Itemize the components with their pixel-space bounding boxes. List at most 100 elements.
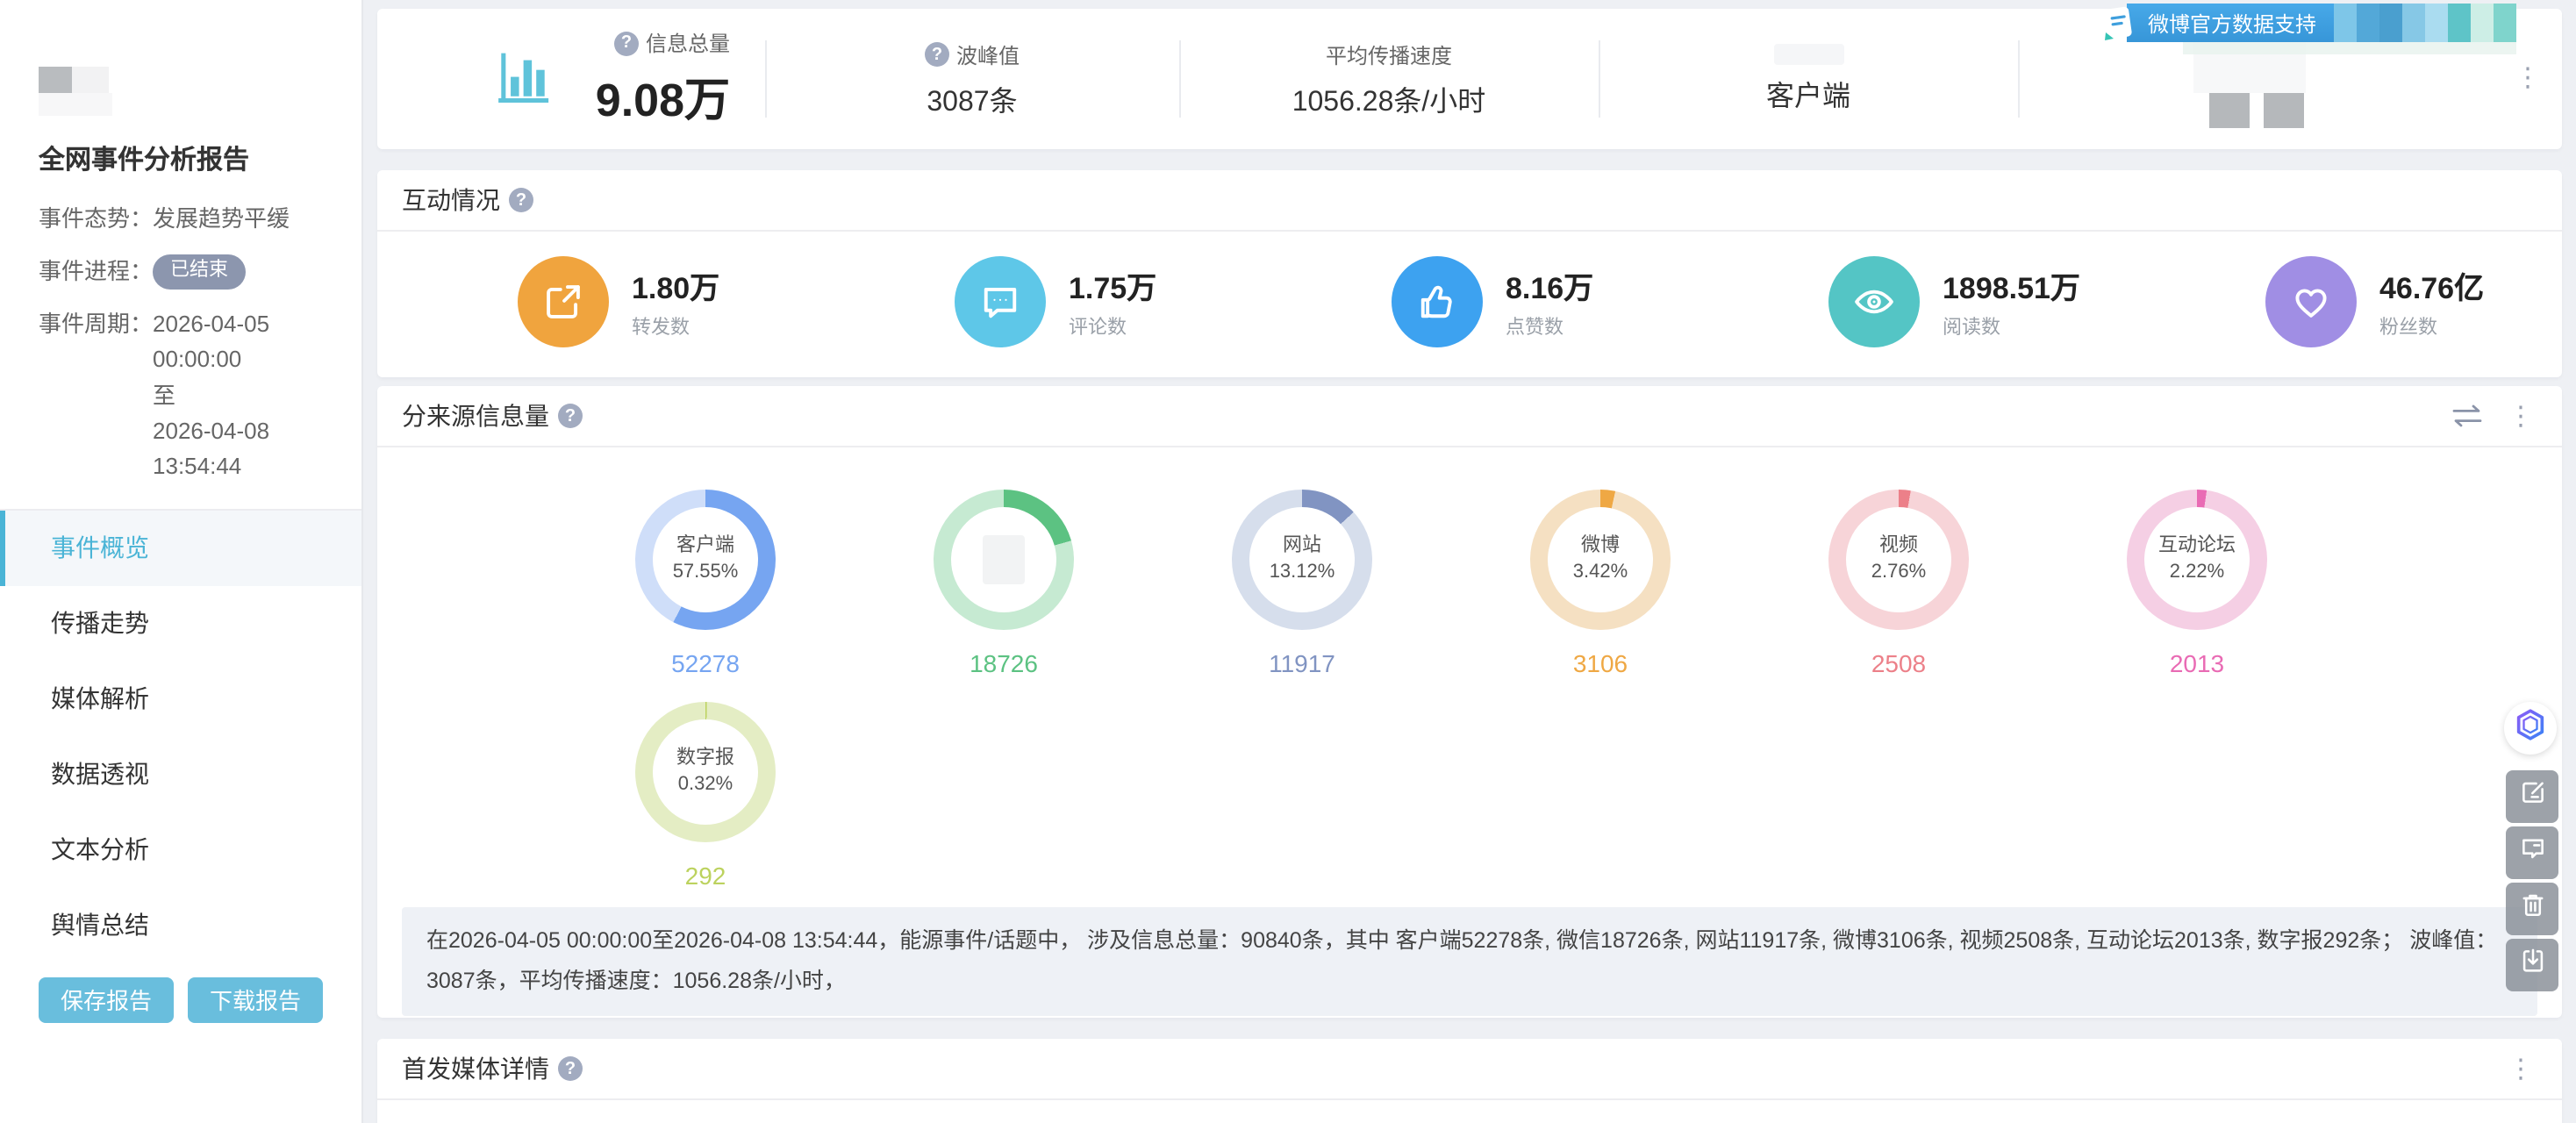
interaction-item-2: 1.75万 评论数	[814, 256, 1251, 347]
sources-more-menu-icon[interactable]: ⋮	[2508, 403, 2534, 429]
source-donut-客户端: 客户端57.55% 52278	[635, 490, 776, 677]
stat-label: 平均传播速度	[1326, 39, 1452, 69]
sidebar-item-4[interactable]: 数据透视	[0, 737, 361, 812]
sidebar: 全网事件分析报告 事件态势： 发展趋势平缓 事件进程： 已结束 事件周期： 20…	[0, 0, 363, 1123]
interaction-value: 46.76亿	[2379, 263, 2484, 307]
ribbon-underlay	[2183, 42, 2516, 54]
save-report-button[interactable]: 保存报告	[39, 977, 174, 1023]
donut-center-name: 互动论坛	[2158, 533, 2236, 560]
first-media-help-icon[interactable]: ?	[558, 1056, 583, 1081]
weibo-data-ribbon: 微博官方数据支持	[2099, 4, 2516, 42]
sources-card: 分来源信息量 ? ⋮ 客户端57.55% 52278 18726 网站13.12…	[377, 386, 2562, 1018]
comment-bubble-icon	[2517, 833, 2547, 872]
donut-value: 18726	[934, 649, 1074, 677]
donut-center-pct: 57.55%	[673, 560, 739, 586]
source-donut-网站: 网站13.12% 11917	[1232, 490, 1372, 677]
donut-value: 11917	[1232, 649, 1372, 677]
comment-bubble-tool-button[interactable]	[2506, 826, 2558, 879]
source-donut-视频: 视频2.76% 2508	[1828, 490, 1969, 677]
download-tool-button[interactable]	[2506, 939, 2558, 991]
interaction-value: 8.16万	[1506, 263, 1593, 307]
edit-icon	[2517, 777, 2547, 816]
stat-col-2: ?波峰值3087条	[765, 9, 1179, 149]
donut-value: 52278	[635, 649, 776, 677]
logo-redacted	[39, 67, 323, 116]
period-start: 2026-04-05 00:00:00	[153, 308, 323, 379]
stat-help-icon[interactable]: ?	[614, 31, 639, 55]
event-status-field: 事件态势： 发展趋势平缓	[39, 202, 323, 237]
sidebar-item-3[interactable]: 媒体解析	[0, 662, 361, 737]
donut-value: 2013	[2127, 649, 2267, 677]
interaction-item-1: 1.80万 转发数	[377, 256, 814, 347]
period-end: 2026-04-08 13:54:44	[153, 413, 323, 484]
donut-center-name: 视频	[1879, 533, 1918, 560]
interaction-label: 阅读数	[1943, 312, 2080, 340]
interaction-label: 粉丝数	[2379, 312, 2484, 340]
first-media-card: 首发媒体详情 ? ⋮	[377, 1039, 2562, 1123]
weibo-data-icon	[2099, 4, 2137, 42]
source-donut-微博: 微博3.42% 3106	[1530, 490, 1671, 677]
interaction-row: 1.80万 转发数 1.75万 评论数 8.16万 点赞数 1898.51万 阅…	[377, 232, 2562, 347]
heart-icon	[2265, 256, 2357, 347]
event-status-value: 发展趋势平缓	[153, 202, 290, 237]
stats-more-menu-icon[interactable]: ⋮	[2515, 65, 2541, 91]
stat-value: 客户端	[1766, 72, 1850, 114]
sources-help-icon[interactable]: ?	[558, 404, 583, 428]
ribbon-label: 微博官方数据支持	[2127, 4, 2334, 42]
interaction-item-4: 1898.51万 阅读数	[1688, 256, 2125, 347]
donut-value: 3106	[1530, 649, 1671, 677]
stat-label	[1773, 44, 1843, 65]
first-media-title: 首发媒体详情	[402, 1051, 549, 1086]
stat-col-4: 客户端	[1599, 9, 2018, 149]
donut-center-pct: 0.32%	[678, 772, 733, 798]
download-report-button[interactable]: 下载报告	[188, 977, 323, 1023]
swap-view-icon[interactable]	[2451, 404, 2483, 428]
interaction-value: 1.75万	[1069, 263, 1156, 307]
dashboard: 全网事件分析报告 事件态势： 发展趋势平缓 事件进程： 已结束 事件周期： 20…	[0, 0, 2576, 1123]
donut-center-pct: 2.76%	[1871, 560, 1926, 586]
stat-label-redacted	[1773, 44, 1843, 65]
stat-col-1: ?信息总量9.08万	[377, 9, 765, 149]
stat-label: ?波峰值	[925, 39, 1020, 69]
donut-center-pct: 2.22%	[2170, 560, 2224, 586]
interaction-help-icon[interactable]: ?	[509, 188, 533, 212]
event-progress-field: 事件进程： 已结束	[39, 254, 323, 290]
floating-toolbar	[2506, 770, 2558, 991]
donut-value: 292	[635, 862, 776, 890]
donut-row-2: 数字报0.32% 292	[377, 702, 2562, 890]
sources-title: 分来源信息量	[402, 398, 549, 433]
assistant-logo-button[interactable]	[2504, 702, 2557, 755]
trash-tool-button[interactable]	[2506, 883, 2558, 935]
bar-chart-icon	[490, 41, 557, 117]
thumbs-up-icon	[1392, 256, 1483, 347]
donut-row-1: 客户端57.55% 52278 18726 网站13.12% 11917 微博3…	[377, 490, 2562, 677]
sidebar-nav: 事件概览传播走势媒体解析数据透视文本分析舆情总结	[0, 509, 361, 963]
donut-center-pct: 13.12%	[1270, 560, 1335, 586]
stat-help-icon[interactable]: ?	[925, 42, 949, 67]
sidebar-item-5[interactable]: 文本分析	[0, 812, 361, 888]
interaction-value: 1.80万	[632, 263, 719, 307]
stat-label: ?信息总量	[614, 28, 730, 58]
status-badge: 已结束	[153, 254, 246, 290]
donut-value: 2508	[1828, 649, 1969, 677]
eye-icon	[1828, 256, 1920, 347]
source-donut-数字报: 数字报0.32% 292	[635, 702, 776, 890]
interaction-value: 1898.51万	[1943, 263, 2080, 307]
donut-center-redacted	[983, 535, 1025, 584]
comment-icon	[955, 256, 1046, 347]
sidebar-item-2[interactable]: 传播走势	[0, 586, 361, 662]
sidebar-item-1[interactable]: 事件概览	[0, 511, 361, 586]
report-title: 全网事件分析报告	[39, 140, 323, 177]
donut-center-name: 微博	[1581, 533, 1620, 560]
sidebar-item-6[interactable]: 舆情总结	[0, 888, 361, 963]
donut-center-name: 网站	[1283, 533, 1321, 560]
source-summary: 在2026-04-05 00:00:00至2026-04-08 13:54:44…	[402, 907, 2537, 1017]
event-progress-label: 事件进程：	[39, 254, 153, 290]
interaction-label: 转发数	[632, 312, 719, 340]
first-media-more-menu-icon[interactable]: ⋮	[2508, 1055, 2534, 1082]
hexagon-logo-icon	[2513, 706, 2548, 750]
edit-tool-button[interactable]	[2506, 770, 2558, 823]
interaction-label: 评论数	[1069, 312, 1156, 340]
ribbon-mosaic-redacted	[2334, 4, 2516, 42]
source-donut-互动论坛: 互动论坛2.22% 2013	[2127, 490, 2267, 677]
